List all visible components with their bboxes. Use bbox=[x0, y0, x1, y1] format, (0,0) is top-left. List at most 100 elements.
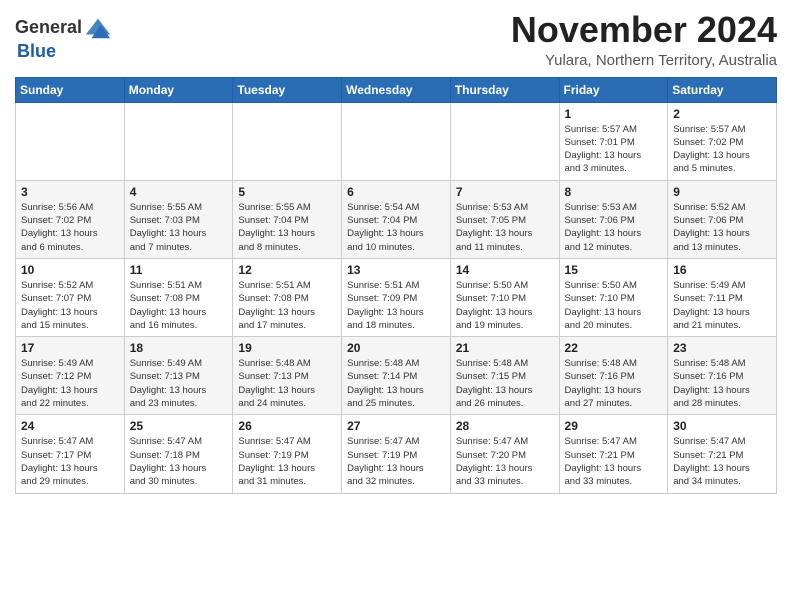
calendar-cell bbox=[450, 102, 559, 180]
day-number: 25 bbox=[130, 419, 228, 433]
calendar-cell: 3 Sunrise: 5:56 AM Sunset: 7:02 PM Daylig… bbox=[16, 180, 125, 258]
calendar-cell: 4Sunrise: 5:55 AM Sunset: 7:03 PM Daylig… bbox=[124, 180, 233, 258]
day-number: 4 bbox=[130, 185, 228, 199]
calendar-cell: 22 Sunrise: 5:48 AM Sunset: 7:16 PM Dayli… bbox=[559, 337, 668, 415]
calendar-cell: 5 Sunrise: 5:55 AM Sunset: 7:04 PM Daylig… bbox=[233, 180, 342, 258]
day-number: 14 bbox=[456, 263, 554, 277]
col-header-monday: Monday bbox=[124, 77, 233, 102]
calendar-cell: 12 Sunrise: 5:51 AM Sunset: 7:08 PM Dayli… bbox=[233, 258, 342, 336]
day-info: Sunrise: 5:53 AM Sunset: 7:05 PM Dayligh… bbox=[456, 201, 554, 254]
day-number: 24 bbox=[21, 419, 119, 433]
day-info: Sunrise: 5:51 AM Sunset: 7:08 PM Dayligh… bbox=[238, 279, 336, 332]
calendar-cell: 14 Sunrise: 5:50 AM Sunset: 7:10 PM Dayli… bbox=[450, 258, 559, 336]
calendar-cell: 19 Sunrise: 5:48 AM Sunset: 7:13 PM Dayli… bbox=[233, 337, 342, 415]
day-info: Sunrise: 5:49 AM Sunset: 7:12 PM Dayligh… bbox=[21, 357, 119, 410]
day-info: Sunrise: 5:54 AM Sunset: 7:04 PM Dayligh… bbox=[347, 201, 445, 254]
day-number: 28 bbox=[456, 419, 554, 433]
day-info: Sunrise: 5:47 AM Sunset: 7:19 PM Dayligh… bbox=[238, 435, 336, 488]
logo: General Blue bbox=[15, 14, 112, 62]
day-number: 29 bbox=[565, 419, 663, 433]
calendar-cell: 6 Sunrise: 5:54 AM Sunset: 7:04 PM Daylig… bbox=[342, 180, 451, 258]
day-info: Sunrise: 5:48 AM Sunset: 7:16 PM Dayligh… bbox=[565, 357, 663, 410]
day-info: Sunrise: 5:53 AM Sunset: 7:06 PM Dayligh… bbox=[565, 201, 663, 254]
week-row-1: 1 Sunrise: 5:57 AM Sunset: 7:01 PM Daylig… bbox=[16, 102, 777, 180]
week-row-2: 3 Sunrise: 5:56 AM Sunset: 7:02 PM Daylig… bbox=[16, 180, 777, 258]
day-number: 13 bbox=[347, 263, 445, 277]
day-info: Sunrise: 5:48 AM Sunset: 7:16 PM Dayligh… bbox=[673, 357, 771, 410]
calendar-cell: 23 Sunrise: 5:48 AM Sunset: 7:16 PM Dayli… bbox=[668, 337, 777, 415]
day-info: Sunrise: 5:50 AM Sunset: 7:10 PM Dayligh… bbox=[565, 279, 663, 332]
logo-general: General bbox=[15, 18, 82, 38]
calendar-cell: 25 Sunrise: 5:47 AM Sunset: 7:18 PM Dayli… bbox=[124, 415, 233, 493]
calendar-table: SundayMondayTuesdayWednesdayThursdayFrid… bbox=[15, 77, 777, 494]
day-number: 20 bbox=[347, 341, 445, 355]
day-number: 9 bbox=[673, 185, 771, 199]
day-number: 12 bbox=[238, 263, 336, 277]
calendar-cell: 24 Sunrise: 5:47 AM Sunset: 7:17 PM Dayli… bbox=[16, 415, 125, 493]
col-header-friday: Friday bbox=[559, 77, 668, 102]
calendar-cell bbox=[233, 102, 342, 180]
calendar-cell: 27Sunrise: 5:47 AM Sunset: 7:19 PM Dayli… bbox=[342, 415, 451, 493]
week-row-4: 17 Sunrise: 5:49 AM Sunset: 7:12 PM Dayli… bbox=[16, 337, 777, 415]
day-number: 30 bbox=[673, 419, 771, 433]
week-row-3: 10Sunrise: 5:52 AM Sunset: 7:07 PM Dayli… bbox=[16, 258, 777, 336]
calendar-cell: 1 Sunrise: 5:57 AM Sunset: 7:01 PM Daylig… bbox=[559, 102, 668, 180]
day-info: Sunrise: 5:51 AM Sunset: 7:08 PM Dayligh… bbox=[130, 279, 228, 332]
day-number: 15 bbox=[565, 263, 663, 277]
calendar-cell: 8 Sunrise: 5:53 AM Sunset: 7:06 PM Daylig… bbox=[559, 180, 668, 258]
day-number: 1 bbox=[565, 107, 663, 121]
day-number: 7 bbox=[456, 185, 554, 199]
calendar-cell: 11Sunrise: 5:51 AM Sunset: 7:08 PM Dayli… bbox=[124, 258, 233, 336]
calendar-cell: 2 Sunrise: 5:57 AM Sunset: 7:02 PM Daylig… bbox=[668, 102, 777, 180]
day-info: Sunrise: 5:57 AM Sunset: 7:01 PM Dayligh… bbox=[565, 123, 663, 176]
day-info: Sunrise: 5:47 AM Sunset: 7:17 PM Dayligh… bbox=[21, 435, 119, 488]
calendar-cell: 15 Sunrise: 5:50 AM Sunset: 7:10 PM Dayli… bbox=[559, 258, 668, 336]
day-number: 6 bbox=[347, 185, 445, 199]
day-number: 23 bbox=[673, 341, 771, 355]
calendar-cell bbox=[124, 102, 233, 180]
day-info: Sunrise: 5:49 AM Sunset: 7:13 PM Dayligh… bbox=[130, 357, 228, 410]
col-header-sunday: Sunday bbox=[16, 77, 125, 102]
col-header-saturday: Saturday bbox=[668, 77, 777, 102]
day-info: Sunrise: 5:47 AM Sunset: 7:20 PM Dayligh… bbox=[456, 435, 554, 488]
day-number: 17 bbox=[21, 341, 119, 355]
day-info: Sunrise: 5:57 AM Sunset: 7:02 PM Dayligh… bbox=[673, 123, 771, 176]
day-number: 5 bbox=[238, 185, 336, 199]
logo-icon bbox=[84, 14, 112, 42]
calendar-cell: 13 Sunrise: 5:51 AM Sunset: 7:09 PM Dayli… bbox=[342, 258, 451, 336]
calendar-cell: 9Sunrise: 5:52 AM Sunset: 7:06 PM Daylig… bbox=[668, 180, 777, 258]
day-info: Sunrise: 5:56 AM Sunset: 7:02 PM Dayligh… bbox=[21, 201, 119, 254]
week-row-5: 24 Sunrise: 5:47 AM Sunset: 7:17 PM Dayli… bbox=[16, 415, 777, 493]
col-header-thursday: Thursday bbox=[450, 77, 559, 102]
day-number: 10 bbox=[21, 263, 119, 277]
day-info: Sunrise: 5:47 AM Sunset: 7:18 PM Dayligh… bbox=[130, 435, 228, 488]
col-header-wednesday: Wednesday bbox=[342, 77, 451, 102]
day-number: 8 bbox=[565, 185, 663, 199]
day-info: Sunrise: 5:49 AM Sunset: 7:11 PM Dayligh… bbox=[673, 279, 771, 332]
day-number: 2 bbox=[673, 107, 771, 121]
calendar-cell: 7 Sunrise: 5:53 AM Sunset: 7:05 PM Daylig… bbox=[450, 180, 559, 258]
day-number: 19 bbox=[238, 341, 336, 355]
calendar-cell: 30 Sunrise: 5:47 AM Sunset: 7:21 PM Dayli… bbox=[668, 415, 777, 493]
day-info: Sunrise: 5:48 AM Sunset: 7:13 PM Dayligh… bbox=[238, 357, 336, 410]
day-info: Sunrise: 5:55 AM Sunset: 7:04 PM Dayligh… bbox=[238, 201, 336, 254]
day-info: Sunrise: 5:47 AM Sunset: 7:21 PM Dayligh… bbox=[673, 435, 771, 488]
title-area: November 2024 Yulara, Northern Territory… bbox=[511, 10, 777, 69]
calendar-header-row: SundayMondayTuesdayWednesdayThursdayFrid… bbox=[16, 77, 777, 102]
calendar-cell: 28 Sunrise: 5:47 AM Sunset: 7:20 PM Dayli… bbox=[450, 415, 559, 493]
calendar-cell: 16Sunrise: 5:49 AM Sunset: 7:11 PM Dayli… bbox=[668, 258, 777, 336]
day-info: Sunrise: 5:48 AM Sunset: 7:15 PM Dayligh… bbox=[456, 357, 554, 410]
day-number: 3 bbox=[21, 185, 119, 199]
day-info: Sunrise: 5:51 AM Sunset: 7:09 PM Dayligh… bbox=[347, 279, 445, 332]
calendar-cell bbox=[342, 102, 451, 180]
calendar-cell: 17 Sunrise: 5:49 AM Sunset: 7:12 PM Dayli… bbox=[16, 337, 125, 415]
day-number: 22 bbox=[565, 341, 663, 355]
page-header: General Blue November 2024 Yulara, North… bbox=[15, 10, 777, 69]
calendar-cell: 26Sunrise: 5:47 AM Sunset: 7:19 PM Dayli… bbox=[233, 415, 342, 493]
day-number: 18 bbox=[130, 341, 228, 355]
day-info: Sunrise: 5:50 AM Sunset: 7:10 PM Dayligh… bbox=[456, 279, 554, 332]
calendar-cell: 21Sunrise: 5:48 AM Sunset: 7:15 PM Dayli… bbox=[450, 337, 559, 415]
location-subtitle: Yulara, Northern Territory, Australia bbox=[511, 52, 777, 69]
calendar-cell: 20Sunrise: 5:48 AM Sunset: 7:14 PM Dayli… bbox=[342, 337, 451, 415]
logo-blue: Blue bbox=[17, 41, 56, 61]
